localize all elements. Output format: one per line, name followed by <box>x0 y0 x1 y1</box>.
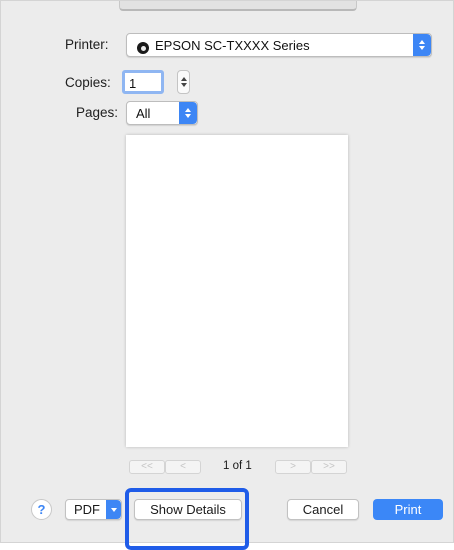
help-button[interactable]: ? <box>31 499 52 520</box>
printer-status-icon <box>137 42 149 54</box>
pdf-menu-button[interactable]: PDF <box>65 499 122 520</box>
first-page-button[interactable]: << <box>129 460 165 474</box>
pages-label: Pages: <box>76 105 119 120</box>
printer-select-value: EPSON SC-TXXXX Series <box>155 38 310 53</box>
page-indicator: 1 of 1 <box>223 460 252 472</box>
printer-label: Printer: <box>65 37 109 52</box>
copies-value: 1 <box>129 76 137 91</box>
previous-page-button[interactable]: < <box>165 460 201 474</box>
chevron-updown-icon[interactable] <box>179 102 197 124</box>
copies-field[interactable]: 1 <box>122 70 164 94</box>
chevron-down-icon[interactable] <box>106 500 121 519</box>
cancel-button[interactable]: Cancel <box>287 499 359 520</box>
printer-select[interactable]: EPSON SC-TXXXX Series <box>126 33 432 57</box>
last-page-button[interactable]: >> <box>311 460 347 474</box>
print-dialog: Printer: EPSON SC-TXXXX Series Copies: 1… <box>0 0 454 550</box>
next-page-button[interactable]: > <box>275 460 311 474</box>
pages-select-value: All <box>136 106 151 121</box>
copies-label: Copies: <box>65 75 111 90</box>
sheet-top-edge <box>119 1 357 11</box>
stepper-up-icon[interactable] <box>180 77 187 81</box>
highlight-box <box>125 488 249 550</box>
copies-stepper[interactable] <box>177 70 190 94</box>
print-button[interactable]: Print <box>373 499 443 520</box>
pdf-label: PDF <box>74 502 100 517</box>
stepper-down-icon[interactable] <box>180 83 187 87</box>
chevron-updown-icon[interactable] <box>413 34 431 56</box>
page-preview <box>126 135 348 447</box>
pages-select[interactable]: All <box>126 101 198 125</box>
